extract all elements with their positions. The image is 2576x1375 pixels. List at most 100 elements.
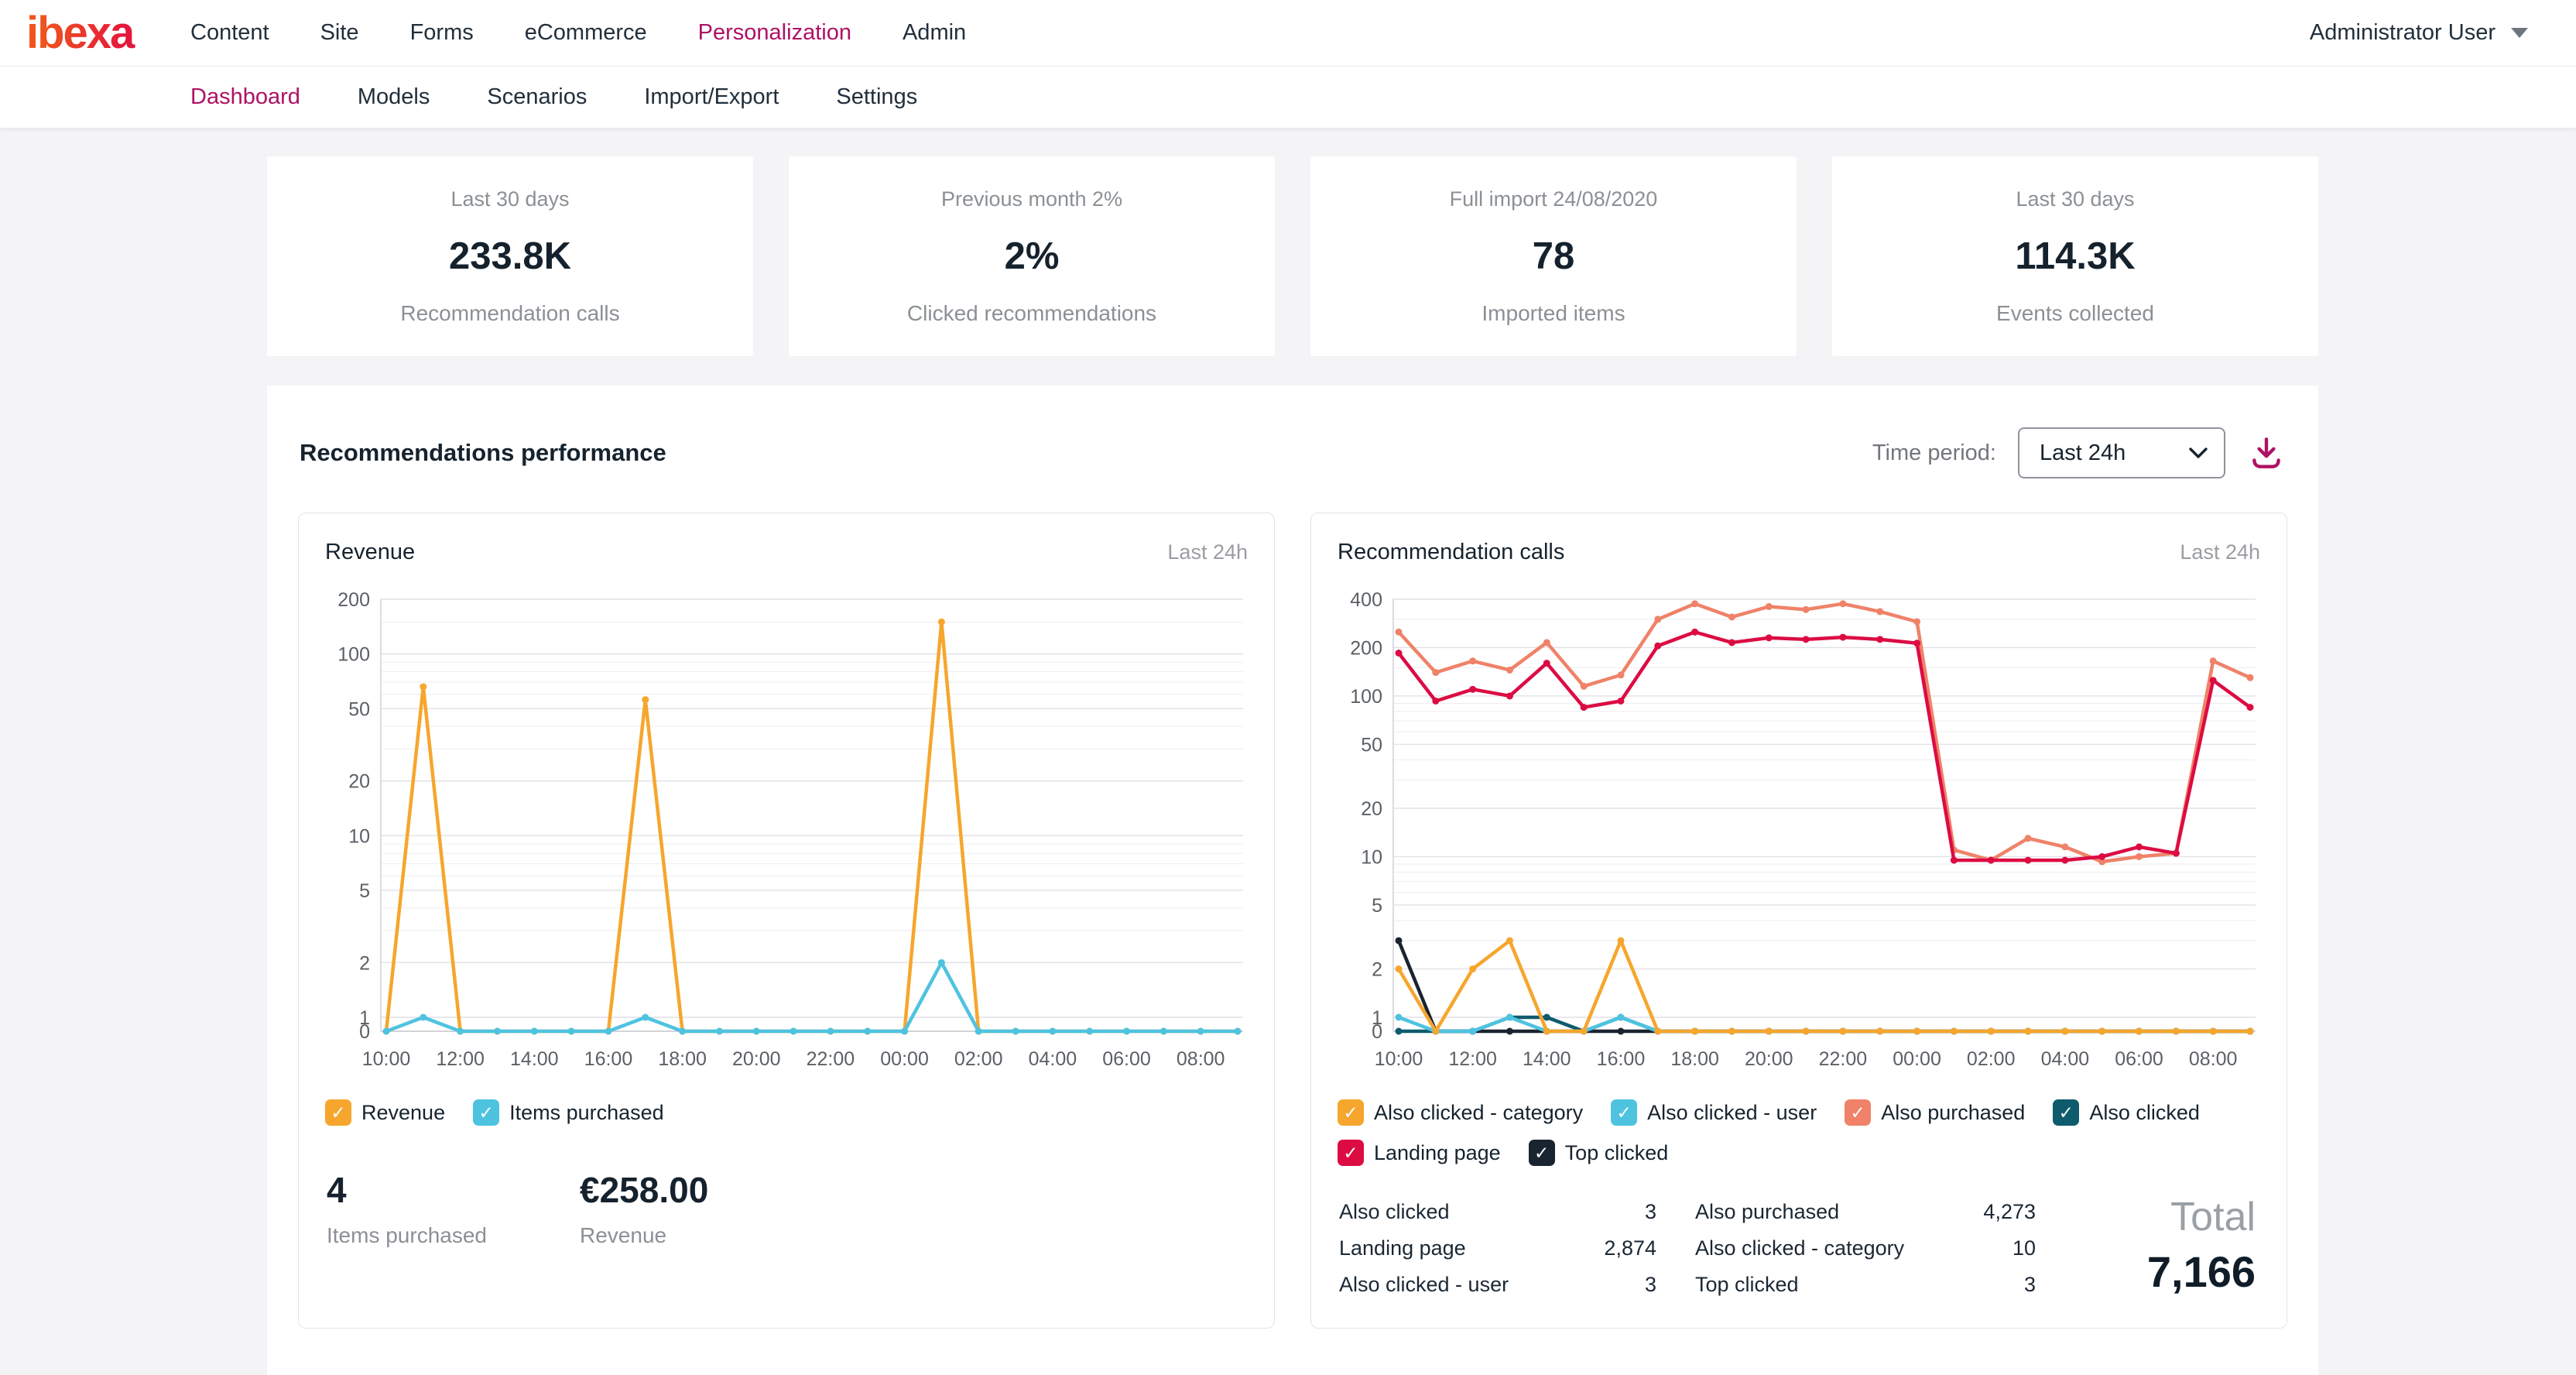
chart-card-header: Recommendation calls Last 24h (1338, 540, 2260, 565)
table-row: Also clicked - user3 (1339, 1273, 1656, 1297)
top-nav-item-content[interactable]: Content (190, 20, 269, 46)
svg-text:06:00: 06:00 (1102, 1048, 1151, 1070)
svg-text:0: 0 (1372, 1021, 1382, 1043)
top-nav-item-ecommerce[interactable]: eCommerce (525, 20, 647, 46)
legend-checkbox: ✓ (473, 1099, 499, 1126)
chart-card-header: Revenue Last 24h (325, 540, 1248, 565)
revenue-value: €258.00 (580, 1169, 708, 1211)
metric-value: 4,273 (1983, 1200, 2036, 1224)
legend-label: Also clicked - user (1647, 1101, 1817, 1125)
stat-card: Last 30 days233.8KRecommendation calls (267, 156, 753, 356)
metric-label: Also clicked - category (1695, 1236, 1904, 1260)
stat-label: Events collected (1996, 301, 2154, 326)
legend-item-also-purchased[interactable]: ✓Also purchased (1845, 1099, 2025, 1126)
legend-label: Landing page (1374, 1141, 1501, 1165)
svg-text:18:00: 18:00 (1670, 1048, 1719, 1070)
metric-label: Top clicked (1695, 1273, 1799, 1297)
dashboard-main: Last 30 days233.8KRecommendation callsPr… (0, 129, 2576, 1375)
svg-text:02:00: 02:00 (1967, 1048, 2016, 1070)
panel-header: Recommendations performance Time period:… (300, 427, 2286, 478)
table-row: Top clicked3 (1695, 1273, 2036, 1297)
svg-text:14:00: 14:00 (510, 1048, 559, 1070)
sub-nav-item-settings[interactable]: Settings (836, 84, 917, 110)
chevron-down-icon (2188, 446, 2208, 460)
legend-checkbox: ✓ (1338, 1140, 1364, 1166)
svg-text:10: 10 (348, 825, 370, 847)
table-row: Landing page2,874 (1339, 1236, 1656, 1260)
top-nav-item-forms[interactable]: Forms (410, 20, 474, 46)
stat-value: 78 (1533, 235, 1575, 278)
svg-text:16:00: 16:00 (1597, 1048, 1646, 1070)
svg-text:400: 400 (1350, 589, 1382, 611)
svg-text:5: 5 (359, 880, 370, 902)
stat-value: 2% (1005, 235, 1060, 278)
legend-checkbox: ✓ (2053, 1099, 2079, 1126)
legend-item-also-clicked[interactable]: ✓Also clicked (2053, 1099, 2200, 1126)
svg-text:06:00: 06:00 (2115, 1048, 2163, 1070)
top-navigation-bar: ibexa Content Site Forms eCommerce Personali… (0, 0, 2576, 67)
svg-text:14:00: 14:00 (1523, 1048, 1571, 1070)
time-period-select[interactable]: Last 24h (2018, 427, 2225, 478)
legend-item-also-clicked-category[interactable]: ✓Also clicked - category (1338, 1099, 1583, 1126)
svg-text:22:00: 22:00 (807, 1048, 855, 1070)
stat-value: 114.3K (2015, 235, 2135, 278)
svg-text:18:00: 18:00 (658, 1048, 707, 1070)
sub-nav-item-models[interactable]: Models (358, 84, 430, 110)
chart-period: Last 24h (2180, 540, 2260, 564)
recommendation-calls-line-chart: 400200100502010521010:0012:0014:0016:001… (1334, 584, 2263, 1085)
user-menu[interactable]: Administrator User (2310, 20, 2528, 46)
legend-item-revenue[interactable]: ✓ Revenue (325, 1099, 445, 1126)
legend-item-also-clicked-user[interactable]: ✓Also clicked - user (1611, 1099, 1817, 1126)
top-nav-item-site[interactable]: Site (320, 20, 359, 46)
svg-text:20:00: 20:00 (732, 1048, 781, 1070)
sub-nav-item-dashboard[interactable]: Dashboard (190, 84, 300, 110)
revenue-label: Revenue (580, 1223, 708, 1248)
svg-text:200: 200 (1350, 637, 1382, 659)
time-period-label: Time period: (1872, 441, 1996, 466)
stat-caption: Last 30 days (2016, 187, 2134, 211)
legend-item-landing-page[interactable]: ✓ Landing page (1338, 1140, 1501, 1166)
svg-text:200: 200 (337, 589, 370, 611)
time-period-value: Last 24h (2040, 441, 2126, 466)
revenue-line-chart: 200100502010521010:0012:0014:0016:0018:0… (322, 584, 1251, 1085)
ibexa-logo[interactable]: ibexa (26, 7, 190, 59)
download-report-button[interactable] (2247, 434, 2286, 472)
metric-label: Also clicked (1339, 1200, 1450, 1224)
metric-value: 3 (1645, 1200, 1656, 1224)
personalization-sub-nav: Dashboard Models Scenarios Import/Export Set… (0, 67, 2576, 129)
top-nav-item-personalization[interactable]: Personalization (698, 20, 851, 46)
svg-text:00:00: 00:00 (880, 1048, 929, 1070)
legend-checkbox: ✓ (1529, 1140, 1555, 1166)
table-row: Also clicked - category10 (1695, 1236, 2036, 1260)
svg-text:100: 100 (1350, 686, 1382, 708)
svg-text:20:00: 20:00 (1745, 1048, 1793, 1070)
recommendation-total: Total 7,166 (2147, 1194, 2259, 1297)
legend-item-top-clicked[interactable]: ✓Top clicked (1529, 1140, 1669, 1166)
items-purchased-value: 4 (327, 1169, 487, 1211)
svg-text:10:00: 10:00 (1375, 1048, 1423, 1070)
top-nav-item-admin[interactable]: Admin (903, 20, 966, 46)
legend-item-items-purchased[interactable]: ✓Items purchased (473, 1099, 664, 1126)
svg-text:04:00: 04:00 (1029, 1048, 1077, 1070)
stat-label: Clicked recommendations (907, 301, 1156, 326)
table-row: Also clicked 3 (1339, 1200, 1656, 1224)
svg-text:100: 100 (337, 644, 370, 666)
metric-value: 2,874 (1604, 1236, 1656, 1260)
stat-label: Recommendation calls (400, 301, 619, 326)
legend-checkbox: ✓ (325, 1099, 351, 1126)
legend-label: Also purchased (1881, 1101, 2025, 1125)
svg-text:12:00: 12:00 (1448, 1048, 1497, 1070)
recommendation-calls-legend: ✓Also clicked - category✓Also clicked - … (1338, 1099, 2260, 1166)
table-row: Also purchased4,273 (1695, 1200, 2036, 1224)
chevron-down-icon (2511, 28, 2528, 38)
svg-text:2: 2 (359, 952, 370, 974)
revenue-chart-card: Revenue Last 24h 200100502010521010:0012… (298, 513, 1275, 1329)
sub-nav-item-scenarios[interactable]: Scenarios (487, 84, 587, 110)
legend-label: Revenue (361, 1101, 445, 1125)
stat-card: Full import 24/08/202078Imported items (1310, 156, 1797, 356)
totals-column: Also clicked 3 Landing page2,874 Also click… (1339, 1200, 1656, 1297)
sub-nav-item-import-export[interactable]: Import/Export (644, 84, 779, 110)
svg-text:2: 2 (1372, 959, 1382, 981)
chart-title: Revenue (325, 540, 415, 565)
stat-value: 233.8K (449, 235, 571, 278)
